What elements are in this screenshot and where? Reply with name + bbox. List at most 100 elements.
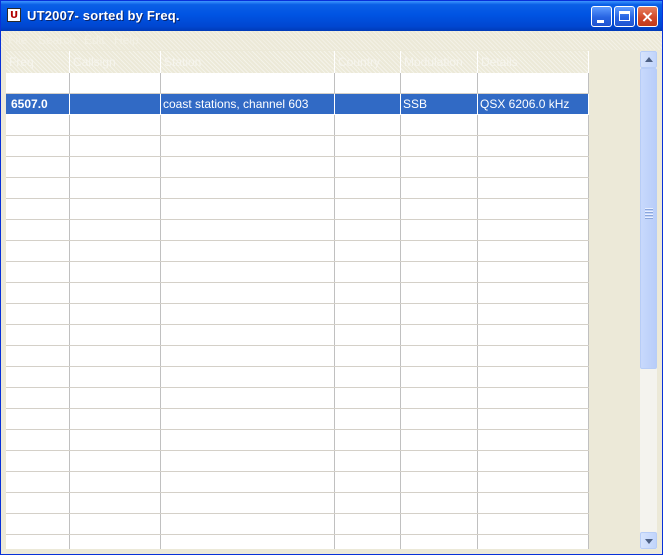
- table-row[interactable]: [6, 283, 589, 304]
- cell-callsign: [70, 409, 161, 429]
- cell-freq: [6, 325, 70, 345]
- menu-file[interactable]: File: [8, 33, 27, 48]
- table-row[interactable]: [6, 493, 589, 514]
- cell-details: [478, 472, 589, 492]
- table-row[interactable]: [6, 535, 589, 549]
- cell-modulation: [401, 367, 478, 387]
- column-header-callsign[interactable]: Callsign: [70, 51, 161, 73]
- cell-freq: [6, 409, 70, 429]
- cell-callsign: [70, 451, 161, 471]
- cell-freq: [6, 220, 70, 240]
- scroll-thumb[interactable]: [640, 68, 657, 369]
- scroll-up-button[interactable]: [640, 51, 657, 68]
- table-row[interactable]: [6, 262, 589, 283]
- scroll-down-button[interactable]: [640, 532, 657, 549]
- table-row[interactable]: [6, 220, 589, 241]
- cell-details: [478, 73, 589, 93]
- selected-table-row[interactable]: 6507.0 coast stations, channel 603 SSB QSX …: [6, 94, 589, 115]
- column-header-freq[interactable]: Freq: [6, 51, 70, 73]
- minimize-button[interactable]: [591, 6, 612, 27]
- cell-country: [335, 535, 401, 549]
- table-row[interactable]: [6, 430, 589, 451]
- table-row[interactable]: [6, 241, 589, 262]
- cell-details: [478, 136, 589, 156]
- table-row[interactable]: [6, 157, 589, 178]
- cell-station: [161, 472, 335, 492]
- cell-freq: [6, 472, 70, 492]
- cell-modulation: [401, 472, 478, 492]
- table-row[interactable]: [6, 472, 589, 493]
- cell-station: [161, 388, 335, 408]
- cell-freq: [6, 157, 70, 177]
- app-icon[interactable]: U: [7, 8, 21, 22]
- cell-station: [161, 409, 335, 429]
- cell-callsign: [70, 241, 161, 261]
- cell-callsign: [70, 220, 161, 240]
- chevron-up-icon: [645, 57, 653, 62]
- menu-edit[interactable]: Edit: [84, 33, 105, 48]
- cell-station: [161, 73, 335, 93]
- column-header-station[interactable]: Station: [161, 51, 335, 73]
- cell-freq: [6, 73, 70, 93]
- cell-station: [161, 535, 335, 549]
- maximize-button[interactable]: [614, 6, 635, 27]
- title-bar[interactable]: U UT2007- sorted by Freq. ×: [1, 1, 662, 31]
- table-row[interactable]: [6, 388, 589, 409]
- cell-station: coast stations, channel 603: [161, 94, 335, 114]
- cell-country: [335, 388, 401, 408]
- cell-station: [161, 304, 335, 324]
- column-header-modulation[interactable]: Modulation: [401, 51, 478, 73]
- cell-details: [478, 283, 589, 303]
- cell-station: [161, 514, 335, 534]
- table-row[interactable]: [6, 115, 589, 136]
- cell-freq: [6, 115, 70, 135]
- table-row[interactable]: [6, 451, 589, 472]
- cell-station: [161, 178, 335, 198]
- vertical-scrollbar[interactable]: [640, 51, 657, 549]
- close-button[interactable]: ×: [637, 6, 658, 27]
- grip-line: [645, 217, 653, 219]
- table-row[interactable]: [6, 136, 589, 157]
- cell-country: [335, 304, 401, 324]
- table-row[interactable]: [6, 514, 589, 535]
- column-header-details[interactable]: Details: [478, 51, 589, 73]
- cell-country: [335, 115, 401, 135]
- cell-callsign: [70, 535, 161, 549]
- column-header-country[interactable]: Country: [335, 51, 401, 73]
- cell-country: [335, 199, 401, 219]
- table-row[interactable]: [6, 325, 589, 346]
- table-row[interactable]: [6, 367, 589, 388]
- grip-line: [645, 214, 653, 216]
- maximize-icon: [619, 11, 630, 21]
- table-row[interactable]: [6, 178, 589, 199]
- menu-help[interactable]: Help: [114, 33, 139, 48]
- cell-freq: [6, 451, 70, 471]
- cell-station: [161, 241, 335, 261]
- cell-callsign: [70, 325, 161, 345]
- cell-details: [478, 115, 589, 135]
- cell-callsign: [70, 514, 161, 534]
- cell-modulation: [401, 136, 478, 156]
- table-row[interactable]: [6, 73, 589, 94]
- cell-country: [335, 514, 401, 534]
- cell-callsign: [70, 157, 161, 177]
- cell-details: [478, 514, 589, 534]
- cell-country: [335, 178, 401, 198]
- cell-freq: [6, 262, 70, 282]
- cell-station: [161, 430, 335, 450]
- cell-modulation: [401, 514, 478, 534]
- cell-callsign: [70, 304, 161, 324]
- cell-modulation: [401, 346, 478, 366]
- cell-details: [478, 493, 589, 513]
- cell-country: [335, 73, 401, 93]
- cell-country: [335, 409, 401, 429]
- grip-line: [645, 208, 653, 210]
- cell-callsign: [70, 472, 161, 492]
- table-row[interactable]: [6, 304, 589, 325]
- menu-search[interactable]: Search: [38, 33, 76, 48]
- cell-modulation: [401, 157, 478, 177]
- table-row[interactable]: [6, 199, 589, 220]
- table-row[interactable]: [6, 409, 589, 430]
- cell-details: [478, 325, 589, 345]
- table-row[interactable]: [6, 346, 589, 367]
